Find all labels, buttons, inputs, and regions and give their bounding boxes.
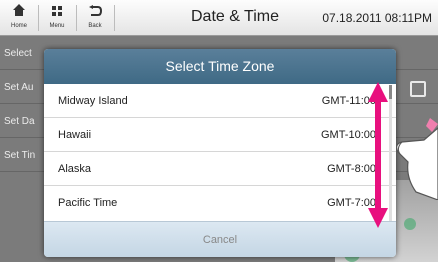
- top-bar: Home Menu Back Date & Time 07.18.2011 08…: [0, 0, 438, 36]
- time-zone-row[interactable]: Hawaii GMT-10:00: [44, 118, 396, 152]
- home-icon: [4, 2, 34, 22]
- settings-row-label: Set Au: [4, 82, 34, 93]
- menu-label: Menu: [49, 23, 65, 29]
- datetime-display: 07.18.2011 08:11PM: [322, 11, 432, 25]
- time-zone-row[interactable]: Alaska GMT-8:00: [44, 152, 396, 186]
- time-zone-row[interactable]: Pacific Time GMT-7:00: [44, 186, 396, 220]
- divider: [38, 5, 39, 31]
- auto-checkbox[interactable]: [410, 81, 426, 97]
- home-label: Home: [10, 23, 27, 29]
- cancel-button[interactable]: Cancel: [44, 221, 396, 257]
- divider: [114, 5, 115, 31]
- hand-gesture-icon: [396, 118, 438, 200]
- settings-row-label: Select: [4, 48, 32, 59]
- time-zone-row[interactable]: Midway Island GMT-11:00: [44, 84, 396, 118]
- back-label: Back: [88, 23, 102, 29]
- home-button[interactable]: Home: [4, 2, 34, 34]
- swipe-arrow-icon: [368, 82, 388, 228]
- time-zone-name: Hawaii: [58, 129, 92, 141]
- decorative-dot: [404, 218, 416, 230]
- page-title: Date & Time: [190, 8, 280, 25]
- menu-icon: [42, 2, 72, 22]
- back-icon: [80, 2, 110, 22]
- time-zone-name: Alaska: [58, 163, 92, 175]
- settings-row-label: Set Da: [4, 116, 35, 127]
- time-zone-dialog: Select Time Zone Midway Island GMT-11:00…: [44, 49, 396, 257]
- back-button[interactable]: Back: [80, 2, 110, 34]
- settings-row-label: Set Tin: [4, 150, 36, 161]
- divider: [76, 5, 77, 31]
- time-zone-name: Pacific Time: [58, 197, 118, 209]
- menu-button[interactable]: Menu: [42, 2, 72, 34]
- dialog-title: Select Time Zone: [44, 49, 396, 84]
- time-zone-name: Midway Island: [58, 95, 128, 107]
